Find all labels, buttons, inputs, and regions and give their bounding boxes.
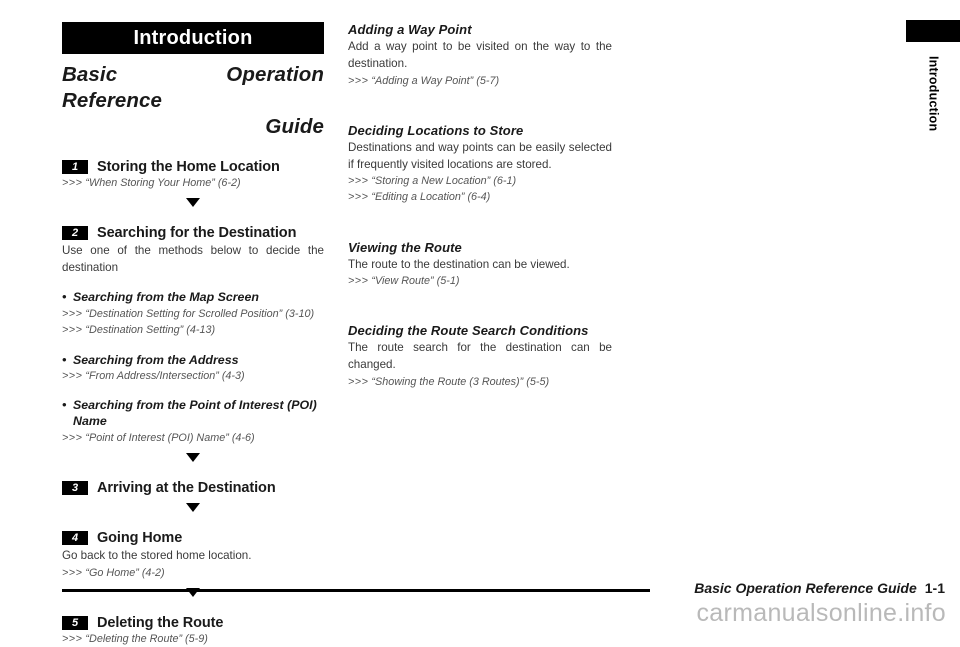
step-badge: 5 [62, 616, 88, 631]
section-heading: Viewing the Route [348, 239, 462, 255]
bullet-text: Searching from the Address [73, 352, 239, 367]
step-title: Going Home [97, 530, 183, 547]
reference-line: >>> “Destination Setting” (4-13) [62, 323, 324, 338]
reference-line: >>> “Point of Interest (POI) Name” (4-6) [62, 431, 324, 446]
bullet-item: • Searching from the Address [62, 353, 324, 369]
reference-arrows: >>> [62, 370, 83, 383]
bullet-text: Searching from the Map Screen [73, 290, 259, 305]
step-title: Arriving at the Destination [97, 480, 276, 497]
reference-text: “View Route” (5-1) [371, 275, 460, 288]
reference-line: >>> “Destination Setting for Scrolled Pos… [62, 307, 324, 322]
bullet-dot-icon: • [62, 398, 67, 413]
step-item: 1 Storing the Home Location [62, 159, 324, 175]
reference-arrows: >>> [348, 376, 369, 389]
step-badge: 2 [62, 225, 88, 240]
footer-divider [62, 589, 650, 592]
bullet-item: • Searching from the Point of Interest (… [62, 398, 324, 430]
reference-line: >>> “View Route” (5-1) [348, 274, 612, 289]
reference-text: “Go Home” (4-2) [85, 567, 165, 580]
reference-arrows: >>> [348, 191, 369, 204]
flow-arrow-down-icon [62, 453, 324, 463]
document-page: Introduction Introduction Basic Operatio… [0, 0, 960, 645]
step-badge: 3 [62, 481, 88, 496]
step-title: Deleting the Route [97, 615, 224, 632]
footer-title: Basic Operation Reference Guide 1-1 [694, 580, 945, 596]
left-column: Introduction Basic Operation Reference G… [62, 22, 324, 647]
page-subtitle-line1: Basic Operation Reference [62, 63, 324, 113]
step-badge: 1 [62, 159, 88, 174]
step-item: 5 Deleting the Route [62, 615, 324, 631]
section-body: The route to the destination can be view… [348, 257, 570, 271]
side-tab-bar [906, 20, 960, 42]
step-body: Use one of the methods below to decide t… [62, 243, 324, 274]
reference-text: “From Address/Intersection” (4-3) [85, 370, 245, 383]
reference-arrows: >>> [348, 275, 369, 288]
reference-arrows: >>> [62, 432, 83, 445]
flow-arrow-down-icon [62, 503, 324, 513]
page-title-banner: Introduction [62, 22, 324, 54]
reference-text: “When Storing Your Home” (6-2) [85, 176, 241, 189]
reference-line: >>> “When Storing Your Home” (6-2) [62, 176, 324, 191]
reference-line: >>> “Showing the Route (3 Routes)” (5-5) [348, 375, 612, 390]
reference-line: >>> “Go Home” (4-2) [62, 566, 324, 581]
reference-arrows: >>> [62, 633, 83, 646]
reference-line: >>> “From Address/Intersection” (4-3) [62, 369, 324, 384]
reference-text: “Point of Interest (POI) Name” (4-6) [85, 432, 255, 445]
reference-arrows: >>> [62, 324, 83, 337]
page-subtitle-line2: Guide [265, 115, 324, 139]
reference-line: >>> “Editing a Location” (6-4) [348, 190, 612, 205]
section-body: Add a way point to be visited on the way… [348, 40, 612, 70]
reference-text: “Editing a Location” (6-4) [371, 191, 491, 204]
section-body: Destinations and way points can be easil… [348, 140, 612, 171]
reference-text: “Showing the Route (3 Routes)” (5-5) [371, 376, 550, 389]
reference-text: “Deleting the Route” (5-9) [85, 633, 208, 646]
page-subtitle: Basic Operation Reference Guide [62, 62, 324, 141]
reference-arrows: >>> [348, 74, 369, 87]
step-item: 2 Searching for the Destination [62, 225, 324, 241]
step-item: 3 Arriving at the Destination [62, 480, 324, 496]
reference-line: >>> “Adding a Way Point” (5-7) [348, 74, 612, 89]
footer-title-text: Basic Operation Reference Guide [694, 580, 917, 596]
reference-text: “Destination Setting” (4-13) [85, 324, 216, 337]
flow-arrow-down-icon [62, 197, 324, 207]
bullet-dot-icon: • [62, 290, 67, 305]
page-number: 1-1 [924, 580, 945, 596]
reference-arrows: >>> [348, 175, 369, 188]
side-tab: Introduction [906, 20, 960, 136]
step-item: 4 Going Home [62, 530, 324, 546]
bullet-text: Searching from the Point of Interest (PO… [73, 398, 317, 429]
section-heading: Adding a Way Point [348, 22, 472, 37]
bullet-dot-icon: • [62, 352, 67, 367]
section-heading: Deciding Locations to Store [348, 122, 524, 138]
section-body: The route search for the destination can… [348, 341, 612, 372]
reference-arrows: >>> [62, 176, 83, 189]
reference-arrows: >>> [62, 567, 83, 580]
reference-line: >>> “Storing a New Location” (6-1) [348, 174, 612, 189]
reference-text: “Adding a Way Point” (5-7) [371, 74, 500, 87]
page-footer: Basic Operation Reference Guide 1-1 [0, 580, 960, 600]
step-body: Go back to the stored home location. [62, 549, 252, 563]
watermark: carmanualsonline.info [696, 599, 946, 627]
reference-text: “Storing a New Location” (6-1) [371, 175, 517, 188]
reference-text: “Destination Setting for Scrolled Positi… [85, 308, 315, 321]
step-badge: 4 [62, 531, 88, 546]
bullet-item: • Searching from the Map Screen [62, 290, 324, 306]
reference-line: >>> “Deleting the Route” (5-9) [62, 632, 324, 647]
step-title: Storing the Home Location [97, 158, 280, 175]
step-title: Searching for the Destination [97, 224, 297, 241]
reference-arrows: >>> [62, 308, 83, 321]
section-heading: Deciding the Route Search Conditions [348, 323, 589, 339]
side-tab-label: Introduction [926, 56, 941, 132]
right-column: Adding a Way Point Add a way point to be… [348, 22, 612, 390]
